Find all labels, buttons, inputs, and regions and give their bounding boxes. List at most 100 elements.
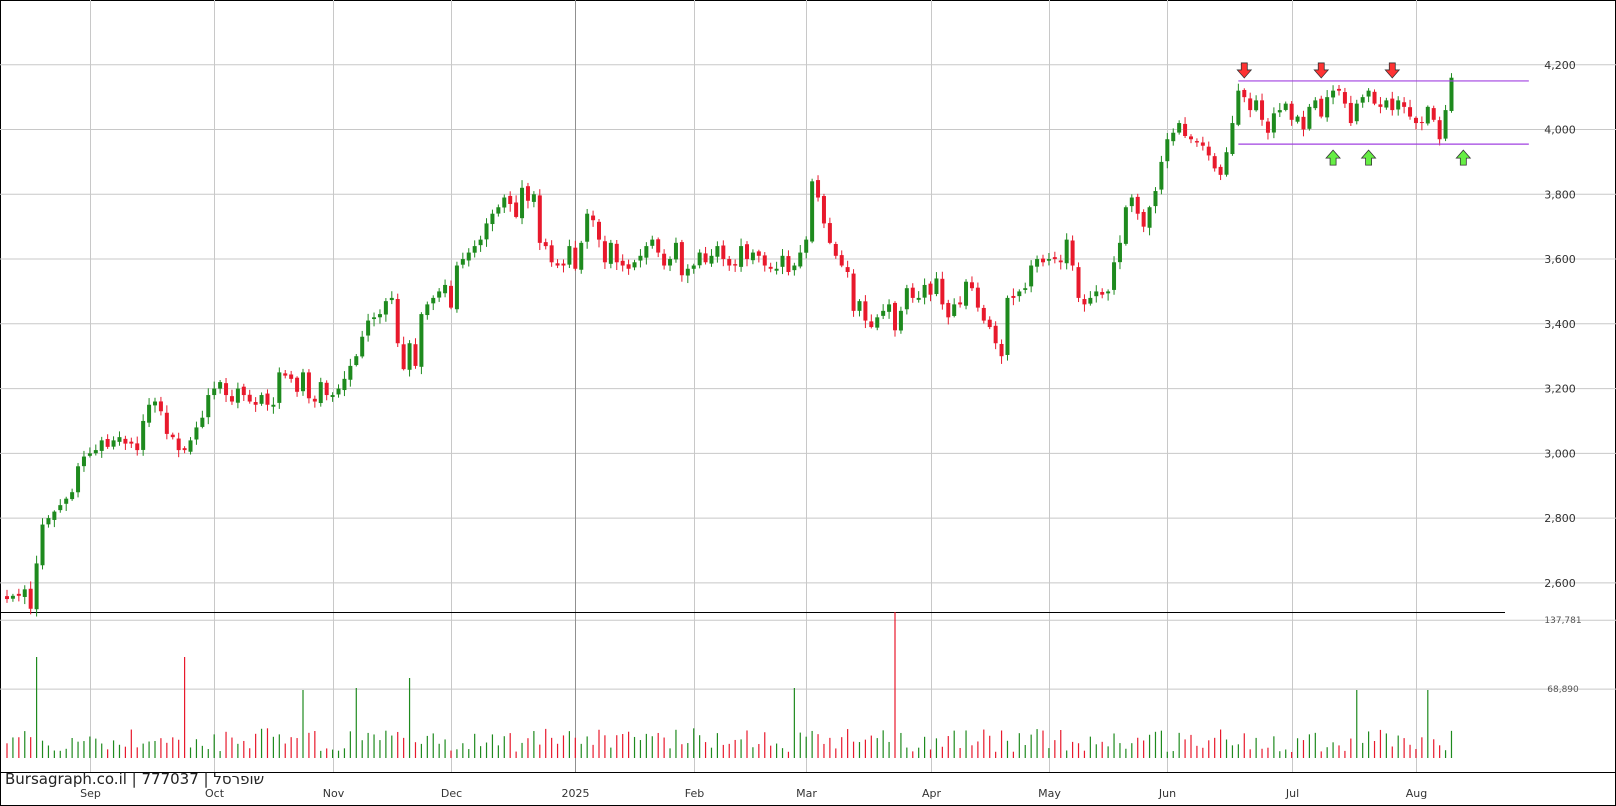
- candle-body: [449, 285, 453, 308]
- candle-body: [537, 195, 542, 243]
- candle-body: [117, 437, 122, 442]
- candle-body: [804, 239, 809, 253]
- candle-body: [1189, 136, 1193, 140]
- candle-body: [372, 317, 377, 320]
- candle-body: [869, 321, 874, 328]
- candle-body: [1271, 113, 1276, 133]
- candle-body: [567, 246, 572, 265]
- candle-body: [283, 373, 288, 376]
- candle-body: [952, 304, 957, 316]
- candle-body: [614, 243, 619, 263]
- candle-body: [484, 223, 489, 240]
- candle-body: [691, 265, 696, 269]
- candle-body: [40, 524, 45, 566]
- candle-body: [425, 304, 430, 316]
- candle-body: [176, 438, 181, 451]
- candle-body: [916, 297, 921, 300]
- candle-body: [22, 589, 27, 597]
- candle-body: [816, 180, 821, 198]
- candle-body: [585, 213, 590, 242]
- candle-body: [904, 288, 909, 310]
- candle-body: [64, 498, 69, 504]
- candle-body: [218, 382, 223, 389]
- candle-body: [786, 256, 791, 272]
- volume-tick-label: 137,781: [1544, 616, 1581, 626]
- candle-body: [10, 595, 15, 599]
- candle-body: [579, 242, 584, 270]
- candle-body: [1248, 98, 1253, 111]
- candle-body: [958, 302, 963, 305]
- candle-body: [1289, 103, 1294, 120]
- candle-body: [16, 593, 21, 596]
- candle-body: [650, 239, 655, 246]
- candle-body: [277, 372, 282, 403]
- candle-body: [975, 287, 980, 308]
- candle-body: [644, 246, 649, 258]
- candle-body: [466, 252, 471, 261]
- candle-body: [1331, 90, 1336, 98]
- candle-body: [1183, 123, 1188, 136]
- candle-body: [1212, 156, 1217, 169]
- candle-body: [354, 356, 359, 366]
- candle-body: [312, 398, 317, 402]
- month-tick-label: Sep: [80, 787, 101, 800]
- candle-body: [200, 417, 205, 427]
- candle-body: [1023, 288, 1028, 290]
- candle-body: [934, 278, 939, 295]
- candle-body: [1325, 97, 1330, 118]
- month-tick-label: Jun: [1158, 787, 1176, 800]
- candle-body: [762, 255, 767, 266]
- candle-body: [1094, 291, 1099, 297]
- candle-body: [194, 427, 199, 440]
- candle-body: [401, 344, 406, 370]
- candle-body: [1029, 265, 1034, 287]
- month-tick-label: Aug: [1406, 787, 1427, 800]
- candle-body: [1041, 258, 1045, 263]
- candle-body: [940, 278, 945, 305]
- candle-body: [496, 207, 501, 214]
- candle-body: [34, 563, 39, 610]
- candle-body: [685, 268, 690, 276]
- candle-body: [478, 239, 483, 246]
- candle-body: [377, 314, 382, 318]
- candle-body: [679, 242, 684, 276]
- candle-body: [851, 273, 856, 311]
- candle-body: [295, 377, 300, 392]
- candle-body: [531, 194, 536, 202]
- candle-body: [1171, 132, 1176, 142]
- candle-body: [999, 343, 1004, 357]
- candle-body: [1354, 103, 1359, 122]
- candle-body: [1017, 291, 1022, 297]
- candle-body: [206, 395, 211, 418]
- candle-body: [1277, 110, 1282, 113]
- candle-body: [1366, 90, 1371, 97]
- price-tick-label: 4,000: [1544, 124, 1576, 137]
- candle-body: [1342, 92, 1347, 104]
- candle-body: [1378, 104, 1383, 107]
- candle-body: [289, 374, 294, 379]
- candle-body: [514, 202, 519, 217]
- candle-body: [1230, 123, 1235, 155]
- candle-body: [845, 267, 850, 272]
- price-volume-chart: 2,600 2,800 3,000 3,200 3,400 3,600 3,800 4,000…: [0, 0, 1616, 806]
- volume-tick-label: 68,890: [1547, 685, 1579, 695]
- candle-body: [348, 365, 353, 380]
- candle-body: [1064, 239, 1069, 264]
- candle-body: [318, 382, 323, 404]
- candle-body: [389, 297, 394, 301]
- candle-body: [727, 259, 732, 266]
- candle-body: [898, 310, 903, 331]
- price-tick-label: 3,400: [1544, 318, 1576, 331]
- candle-body: [1082, 299, 1087, 305]
- candle-body: [543, 242, 548, 247]
- candle-body: [5, 596, 9, 600]
- candle-body: [810, 181, 815, 242]
- candle-body: [164, 412, 169, 434]
- candle-body: [383, 301, 388, 315]
- price-tick-label: 3,200: [1544, 383, 1576, 396]
- candle-body: [431, 297, 436, 304]
- price-tick-label: 3,800: [1544, 188, 1576, 201]
- candle-body: [555, 263, 560, 266]
- candle-body: [756, 251, 761, 256]
- candle-body: [271, 404, 276, 407]
